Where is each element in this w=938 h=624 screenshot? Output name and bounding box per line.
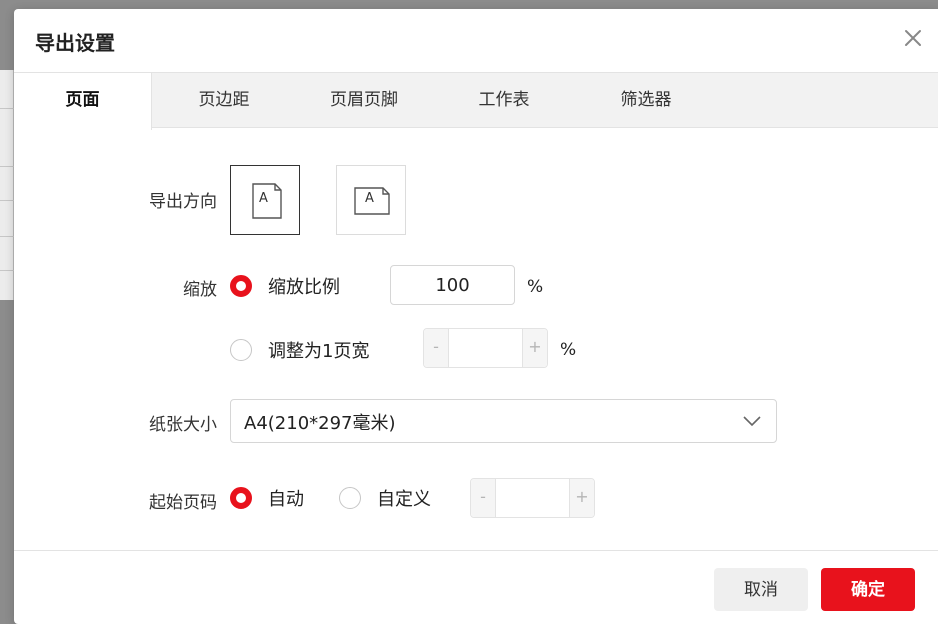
confirm-button[interactable]: 确定 (821, 568, 915, 611)
scale-label: 缩放 (183, 280, 217, 300)
export-settings-dialog: 导出设置 页面 页边距 页眉页脚 工作表 筛选器 导出方向 A A 缩放 缩放比… (14, 9, 938, 624)
start-page-auto-radio[interactable] (230, 487, 252, 509)
landscape-letter: A (365, 191, 374, 206)
scale-fit-stepper[interactable]: - + (423, 328, 548, 368)
paper-size-label: 纸张大小 (149, 415, 217, 435)
orientation-label: 导出方向 (149, 192, 217, 212)
start-page-decrement[interactable]: - (471, 479, 496, 517)
start-page-auto-label: 自动 (268, 489, 304, 510)
tab-header-footer[interactable]: 页眉页脚 (304, 73, 424, 128)
dialog-title: 导出设置 (35, 31, 115, 55)
scale-fit-increment[interactable]: + (522, 329, 547, 367)
scale-fit-radio[interactable] (230, 339, 252, 361)
paper-size-value: A4(210*297毫米) (244, 413, 396, 434)
paper-size-select[interactable]: A4(210*297毫米) (230, 399, 777, 443)
tab-margins[interactable]: 页边距 (164, 73, 284, 128)
scale-fit-unit: % (560, 340, 577, 360)
scale-fit-label: 调整为1页宽 (268, 341, 370, 362)
portrait-option[interactable]: A (230, 165, 300, 235)
cancel-button[interactable]: 取消 (714, 568, 808, 611)
footer-divider (14, 550, 938, 551)
start-page-custom-radio[interactable] (339, 487, 361, 509)
scale-ratio-unit: % (527, 277, 544, 297)
start-page-custom-label: 自定义 (377, 489, 431, 510)
scale-ratio-radio[interactable] (230, 275, 252, 297)
tab-page[interactable]: 页面 (14, 73, 152, 130)
background-spreadsheet (0, 70, 14, 300)
start-page-increment[interactable]: + (569, 479, 594, 517)
scale-ratio-label: 缩放比例 (268, 277, 340, 298)
portrait-letter: A (259, 191, 268, 206)
landscape-option[interactable]: A (336, 165, 406, 235)
tab-bar: 页面 页边距 页眉页脚 工作表 筛选器 (14, 72, 938, 130)
scale-fit-decrement[interactable]: - (424, 329, 449, 367)
start-page-label: 起始页码 (149, 493, 217, 513)
tab-worksheet[interactable]: 工作表 (444, 73, 564, 128)
start-page-stepper[interactable]: - + (470, 478, 595, 518)
tab-filter[interactable]: 筛选器 (586, 73, 706, 128)
close-icon[interactable] (902, 27, 924, 49)
scale-ratio-input[interactable] (390, 265, 515, 305)
chevron-down-icon (743, 416, 761, 427)
